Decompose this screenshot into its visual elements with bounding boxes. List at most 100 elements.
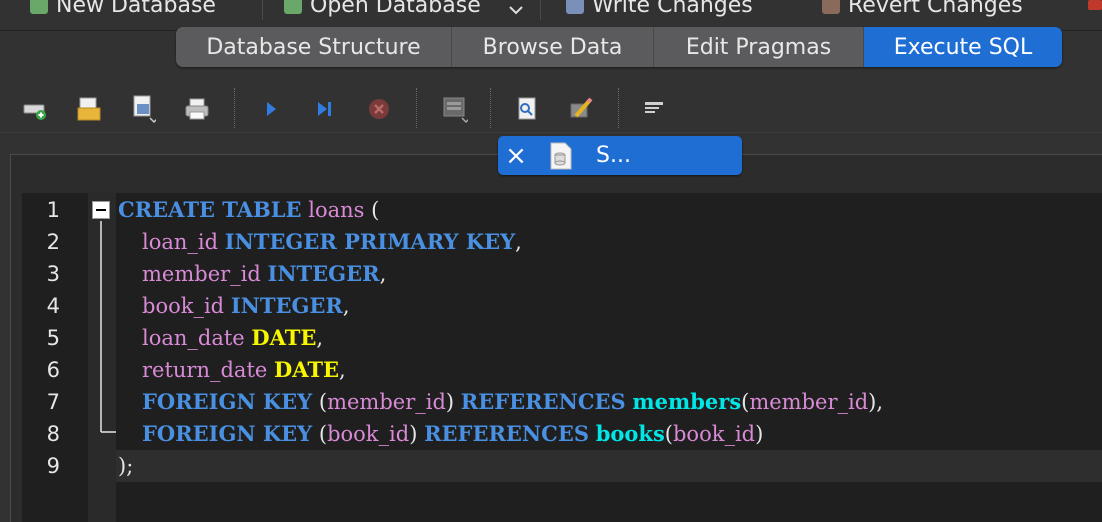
find-replace-button[interactable] (568, 96, 594, 122)
referenced-table: members (632, 389, 742, 414)
tab-database-structure[interactable]: Database Structure (176, 27, 452, 67)
close-database-icon[interactable] (1088, 0, 1102, 10)
comment-toggle-button[interactable] (642, 96, 668, 122)
editor-tab-name: S... (596, 143, 631, 168)
main-toolbar: New Database Open Database Write Changes… (0, 0, 1102, 22)
sql-file-icon (550, 142, 572, 169)
new-database-button[interactable]: New Database (30, 0, 216, 19)
fold-markers (100, 221, 116, 433)
code-line-7: FOREIGN KEY (member_id) REFERENCES membe… (142, 386, 883, 418)
code-line-4: book_id INTEGER, (142, 290, 350, 322)
sql-datatype: DATE (274, 357, 340, 382)
open-tab-icon (23, 104, 46, 120)
code-line-3: member_id INTEGER, (142, 258, 386, 290)
line-number: 2 (46, 230, 60, 254)
open-sql-file-button[interactable] (76, 96, 102, 122)
save-results-button[interactable] (442, 96, 468, 124)
fold-margin (88, 193, 116, 522)
punctuation: ) (445, 390, 455, 414)
find-replace-icon (570, 97, 593, 118)
app-window: New Database Open Database Write Changes… (0, 0, 1102, 522)
execute-line-icon (318, 102, 331, 116)
open-tab-button[interactable] (22, 96, 48, 122)
column-name: loan_date (142, 326, 245, 350)
editor-tab[interactable]: × S... (498, 136, 742, 175)
print-button[interactable] (184, 96, 210, 122)
punctuation: ( (371, 198, 380, 222)
toolbar-separator (490, 88, 491, 128)
column-name: member_id (749, 390, 869, 414)
execute-line-button[interactable] (312, 96, 338, 122)
tab-edit-pragmas[interactable]: Edit Pragmas (654, 27, 864, 67)
chevron-down-icon (509, 6, 523, 15)
execute-all-button[interactable] (258, 96, 284, 122)
sql-toolbar (0, 82, 1102, 134)
line-number: 5 (46, 326, 60, 350)
fold-collapse-icon[interactable] (92, 201, 110, 219)
line-number: 9 (46, 454, 60, 478)
punctuation: ( (318, 422, 328, 446)
main-tabbar: Database Structure Browse Data Edit Prag… (176, 27, 1062, 67)
column-name: loan_id (142, 230, 219, 254)
code-line-5: loan_date DATE, (142, 322, 323, 354)
column-name: book_id (142, 294, 225, 318)
execute-all-icon (267, 102, 276, 116)
stop-execution-button[interactable] (366, 96, 392, 122)
sql-keyword: FOREIGN KEY (142, 389, 313, 414)
toolbar-divider (262, 0, 263, 20)
new-database-label: New Database (56, 0, 216, 18)
sql-keyword: REFERENCES (424, 421, 590, 446)
punctuation: , (339, 358, 346, 382)
write-changes-icon (566, 0, 584, 14)
table-name: loans (308, 198, 365, 222)
toolbar-divider (540, 0, 541, 20)
save-sql-file-button[interactable] (130, 95, 156, 124)
code-area[interactable]: CREATE TABLE loans ( loan_id INTEGER PRI… (116, 193, 1102, 522)
sql-keyword: INTEGER (267, 261, 380, 286)
find-button[interactable] (514, 96, 540, 122)
close-tab-icon[interactable]: × (498, 143, 534, 169)
code-line-9: ); (118, 450, 133, 482)
toolbar-separator (618, 88, 619, 128)
column-name: book_id (672, 422, 756, 446)
code-line-2: loan_id INTEGER PRIMARY KEY, (142, 226, 522, 258)
write-changes-button[interactable]: Write Changes (566, 0, 753, 19)
sql-keyword: INTEGER (230, 293, 343, 318)
column-name: book_id (327, 422, 410, 446)
new-database-icon (30, 0, 48, 14)
toolbar-separator (416, 88, 417, 128)
punctuation: , (876, 390, 884, 414)
tab-execute-sql[interactable]: Execute SQL (864, 27, 1062, 67)
sql-editor[interactable]: 1 2 3 4 5 6 7 8 9 CREATE TABLE loans ( l… (22, 193, 1102, 522)
revert-changes-button[interactable]: Revert Changes (822, 0, 1023, 19)
punctuation: , (379, 262, 387, 286)
punctuation: ) (755, 422, 764, 446)
punctuation: , (316, 326, 324, 350)
find-icon (518, 97, 536, 120)
line-number-gutter: 1 2 3 4 5 6 7 8 9 (22, 193, 88, 522)
line-number: 1 (46, 198, 60, 222)
column-name: member_id (142, 262, 261, 286)
punctuation: ( (318, 390, 328, 414)
open-database-button[interactable]: Open Database (284, 0, 481, 19)
current-line-highlight (116, 450, 1102, 482)
column-name: return_date (142, 358, 268, 382)
line-number: 7 (46, 390, 60, 414)
referenced-table: books (595, 421, 665, 446)
save-sql-file-icon (133, 95, 156, 124)
sql-keyword: CREATE TABLE (118, 197, 302, 222)
line-number: 8 (46, 422, 60, 446)
column-name: member_id (327, 390, 446, 414)
save-results-icon (443, 97, 468, 124)
toolbar-divider (0, 132, 1102, 133)
punctuation: ) (409, 422, 418, 446)
line-number: 3 (46, 262, 60, 286)
write-changes-label: Write Changes (592, 0, 753, 18)
revert-changes-icon (822, 0, 840, 14)
open-database-dropdown[interactable] (506, 0, 526, 20)
revert-changes-label: Revert Changes (848, 0, 1023, 18)
line-number: 4 (46, 294, 60, 318)
punctuation: , (342, 294, 350, 318)
punctuation: , (515, 230, 522, 254)
tab-browse-data[interactable]: Browse Data (452, 27, 654, 67)
